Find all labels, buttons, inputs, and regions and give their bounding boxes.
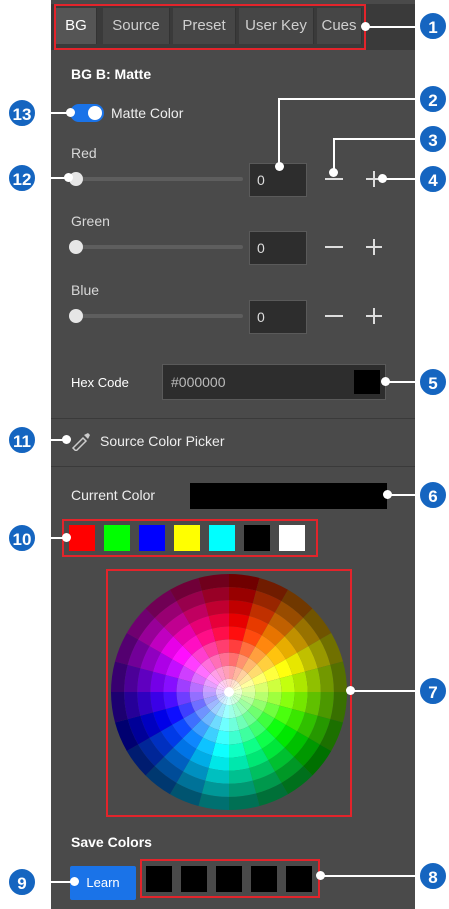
callout-badge-6: 6 (418, 480, 448, 510)
red-label: Red (71, 145, 97, 161)
eyedropper-icon[interactable] (70, 431, 92, 453)
blue-slider-thumb[interactable] (69, 309, 83, 323)
callout-line-1 (365, 26, 419, 28)
current-color-swatch (190, 483, 387, 509)
blue-value-input[interactable]: 0 (249, 300, 307, 334)
callout-dot-11 (62, 435, 71, 444)
hex-color-preview (354, 370, 380, 394)
green-slider-track[interactable] (70, 245, 243, 249)
green-label: Green (71, 213, 110, 229)
callout-line-3 (333, 138, 420, 140)
green-value-input[interactable]: 0 (249, 231, 307, 265)
green-slider-thumb[interactable] (69, 240, 83, 254)
blue-plus-icon (373, 308, 375, 324)
callout-badge-8: 8 (418, 861, 448, 891)
callout-badge-10: 10 (7, 523, 37, 553)
callout-badge-1: 1 (418, 11, 448, 41)
callout-line-9 (36, 881, 74, 883)
callout-dot-3 (329, 168, 338, 177)
callout-badge-11: 11 (7, 425, 37, 455)
divider (51, 466, 415, 467)
hex-code-value: #000000 (171, 374, 226, 390)
highlight-presets (62, 519, 318, 557)
callout-badge-13: 13 (7, 98, 37, 128)
matte-color-label: Matte Color (111, 105, 184, 121)
learn-button[interactable]: Learn (70, 866, 136, 900)
current-color-label: Current Color (71, 487, 156, 503)
hex-code-input[interactable]: #000000 (162, 364, 386, 400)
callout-dot-9 (70, 877, 79, 886)
callout-dot-4 (378, 174, 387, 183)
highlight-saved-colors (140, 859, 320, 898)
callout-badge-9: 9 (7, 867, 37, 897)
callout-dot-2 (275, 162, 284, 171)
highlight-color-wheel (106, 569, 352, 817)
callout-line-13 (36, 112, 70, 114)
hex-code-label: Hex Code (71, 375, 129, 390)
callout-line-5 (385, 381, 420, 383)
section-title: BG B: Matte (71, 66, 152, 82)
callout-line-2 (278, 98, 420, 100)
red-plus-icon (373, 171, 375, 187)
callout-line-7 (352, 690, 420, 692)
toggle-knob (88, 106, 102, 120)
callout-dot-13 (66, 108, 75, 117)
callout-line-3b (333, 138, 335, 172)
highlight-tabs (54, 4, 366, 50)
divider (51, 418, 415, 419)
save-colors-title: Save Colors (71, 834, 152, 850)
matte-color-toggle[interactable] (70, 104, 104, 122)
callout-dot-7 (346, 686, 355, 695)
callout-dot-5 (381, 377, 390, 386)
blue-slider-track[interactable] (70, 314, 243, 318)
callout-badge-7: 7 (418, 676, 448, 706)
callout-dot-8 (316, 871, 325, 880)
callout-dot-12 (64, 173, 73, 182)
blue-label: Blue (71, 282, 100, 298)
callout-badge-12: 12 (7, 163, 37, 193)
green-plus-icon (373, 239, 375, 255)
callout-badge-5: 5 (418, 367, 448, 397)
red-slider-track[interactable] (70, 177, 243, 181)
callout-badge-2: 2 (418, 84, 448, 114)
callout-line-2b (278, 98, 280, 166)
callout-dot-1 (361, 22, 370, 31)
callout-line-8 (320, 875, 420, 877)
green-minus-button[interactable] (325, 246, 343, 248)
red-minus-button[interactable] (325, 178, 343, 180)
callout-badge-4: 4 (418, 164, 448, 194)
callout-badge-3: 3 (418, 124, 448, 154)
blue-minus-button[interactable] (325, 315, 343, 317)
source-color-picker-label[interactable]: Source Color Picker (100, 433, 225, 449)
callout-dot-6 (383, 490, 392, 499)
callout-dot-10 (62, 533, 71, 542)
